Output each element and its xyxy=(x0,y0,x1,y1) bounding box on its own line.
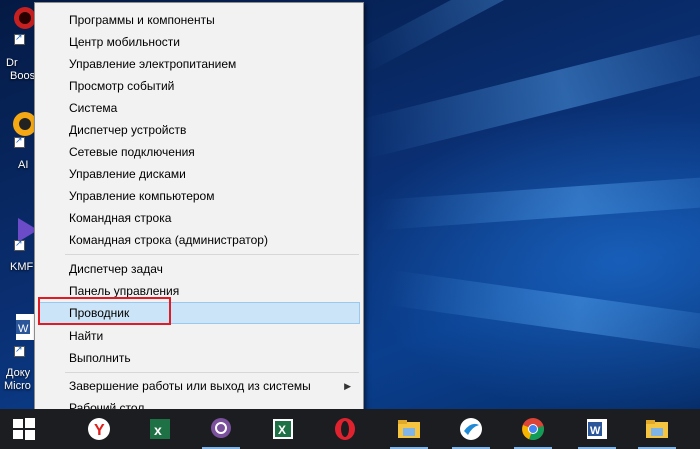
menu-item-label: Командная строка xyxy=(69,211,172,225)
file-explorer-icon xyxy=(646,420,668,438)
opera-icon xyxy=(335,418,355,440)
taskbar-viber[interactable] xyxy=(196,409,246,449)
menu-item-command-prompt[interactable]: Командная строка xyxy=(35,207,363,229)
desktop-icon-caption: Доку xyxy=(6,367,31,379)
menu-item-label: Управление электропитанием xyxy=(69,57,237,71)
menu-item-programs-features[interactable]: Программы и компоненты xyxy=(35,9,363,31)
menu-item-mobility-center[interactable]: Центр мобильности xyxy=(35,31,363,53)
menu-item-power-options[interactable]: Управление электропитанием xyxy=(35,53,363,75)
taskbar-skype[interactable] xyxy=(446,409,496,449)
svg-text:W: W xyxy=(590,425,601,437)
menu-item-label: Диспетчер задач xyxy=(69,262,163,276)
viber-icon xyxy=(211,418,231,438)
menu-separator xyxy=(65,254,359,255)
desktop-icon-caption: Micro xyxy=(4,380,31,392)
yandex-browser-icon: Y xyxy=(88,418,110,440)
menu-item-label: Диспетчер устройств xyxy=(69,123,187,137)
menu-item-computer-management[interactable]: Управление компьютером xyxy=(35,185,363,207)
file-explorer-icon xyxy=(398,420,420,438)
menu-item-label: Программы и компоненты xyxy=(69,13,215,27)
menu-item-label: Система xyxy=(69,101,118,115)
svg-text:X: X xyxy=(278,423,286,437)
svg-text:x: x xyxy=(154,422,162,438)
menu-item-label: Панель управления xyxy=(69,284,180,298)
winx-context-menu: Программы и компоненты Центр мобильности… xyxy=(34,2,364,419)
menu-item-task-manager[interactable]: Диспетчер задач xyxy=(35,258,363,280)
taskbar-excel-2[interactable]: X xyxy=(258,409,308,449)
excel-icon: X xyxy=(273,419,293,439)
menu-item-shutdown-signout[interactable]: Завершение работы или выход из системы ▶ xyxy=(35,375,363,397)
svg-text:W: W xyxy=(18,323,29,335)
taskbar-yandex-browser[interactable]: Y xyxy=(74,409,124,449)
menu-item-label: Управление дисками xyxy=(69,167,186,181)
menu-item-label: Завершение работы или выход из системы xyxy=(69,379,311,393)
desktop-icon-caption: Dr xyxy=(6,57,18,69)
menu-item-network-connections[interactable]: Сетевые подключения xyxy=(35,141,363,163)
chevron-right-icon: ▶ xyxy=(344,381,351,391)
annotation-highlight-box xyxy=(38,297,171,325)
menu-item-label: Командная строка (администратор) xyxy=(69,233,268,247)
skype-icon xyxy=(460,418,482,440)
menu-item-label: Центр мобильности xyxy=(69,35,180,49)
start-windows-icon xyxy=(13,418,35,440)
menu-item-label: Просмотр событий xyxy=(69,79,175,93)
menu-item-event-viewer[interactable]: Просмотр событий xyxy=(35,75,363,97)
menu-item-label: Выполнить xyxy=(69,351,131,365)
svg-text:Y: Y xyxy=(94,422,105,439)
menu-item-label: Найти xyxy=(69,329,104,343)
taskbar-file-explorer-2[interactable] xyxy=(632,409,682,449)
start-button[interactable] xyxy=(0,409,50,449)
desktop-icon-caption: Boos xyxy=(10,70,36,82)
menu-item-disk-management[interactable]: Управление дисками xyxy=(35,163,363,185)
menu-separator xyxy=(65,372,359,373)
taskbar-word[interactable]: W xyxy=(572,409,622,449)
menu-item-search[interactable]: Найти xyxy=(35,325,363,347)
menu-item-device-manager[interactable]: Диспетчер устройств xyxy=(35,119,363,141)
taskbar: Y x X W xyxy=(0,409,700,449)
menu-item-run[interactable]: Выполнить xyxy=(35,347,363,369)
chrome-icon xyxy=(522,418,544,441)
menu-item-command-prompt-admin[interactable]: Командная строка (администратор) xyxy=(35,229,363,251)
taskbar-excel[interactable]: x xyxy=(135,409,185,449)
menu-item-label: Сетевые подключения xyxy=(69,145,195,159)
desktop-icon-caption: AI xyxy=(18,159,29,171)
menu-item-system[interactable]: Система xyxy=(35,97,363,119)
taskbar-file-explorer[interactable] xyxy=(384,409,434,449)
menu-item-label: Управление компьютером xyxy=(69,189,215,203)
excel-icon: x xyxy=(150,419,170,439)
desktop-icon-caption: KMF xyxy=(10,261,34,273)
taskbar-chrome[interactable] xyxy=(508,409,558,449)
word-icon: W xyxy=(587,419,607,439)
taskbar-opera[interactable] xyxy=(320,409,370,449)
